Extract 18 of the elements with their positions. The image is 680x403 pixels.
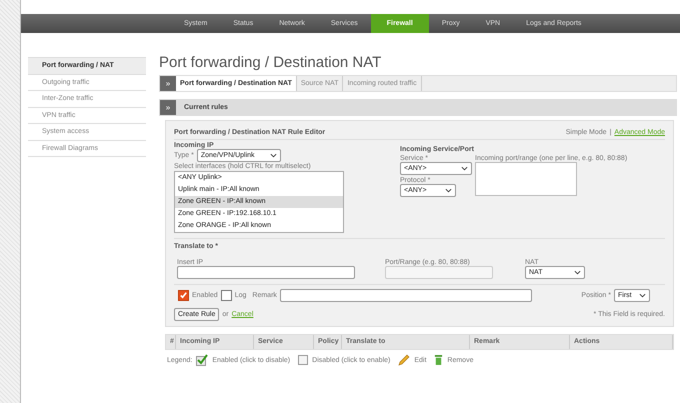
caret-icon (574, 270, 581, 275)
port-textarea[interactable] (475, 162, 577, 196)
toggle-button[interactable]: » (160, 100, 176, 115)
page-title: Port forwarding / Destination NAT (159, 54, 382, 72)
pencil-icon (398, 354, 410, 366)
checkbox-icon (298, 355, 308, 365)
toggle-button[interactable]: » (160, 76, 176, 91)
ip-input[interactable] (177, 266, 355, 279)
remark-input[interactable] (280, 289, 532, 302)
caret-icon (461, 166, 468, 171)
caret-icon (639, 293, 646, 298)
caret-icon (445, 188, 452, 193)
trash-icon (434, 354, 444, 366)
port-input[interactable] (385, 266, 493, 279)
caret-icon (270, 153, 277, 158)
enabled-checkbox[interactable] (178, 290, 189, 301)
checkbox-checked-icon (196, 354, 208, 366)
log-checkbox[interactable] (220, 290, 232, 301)
